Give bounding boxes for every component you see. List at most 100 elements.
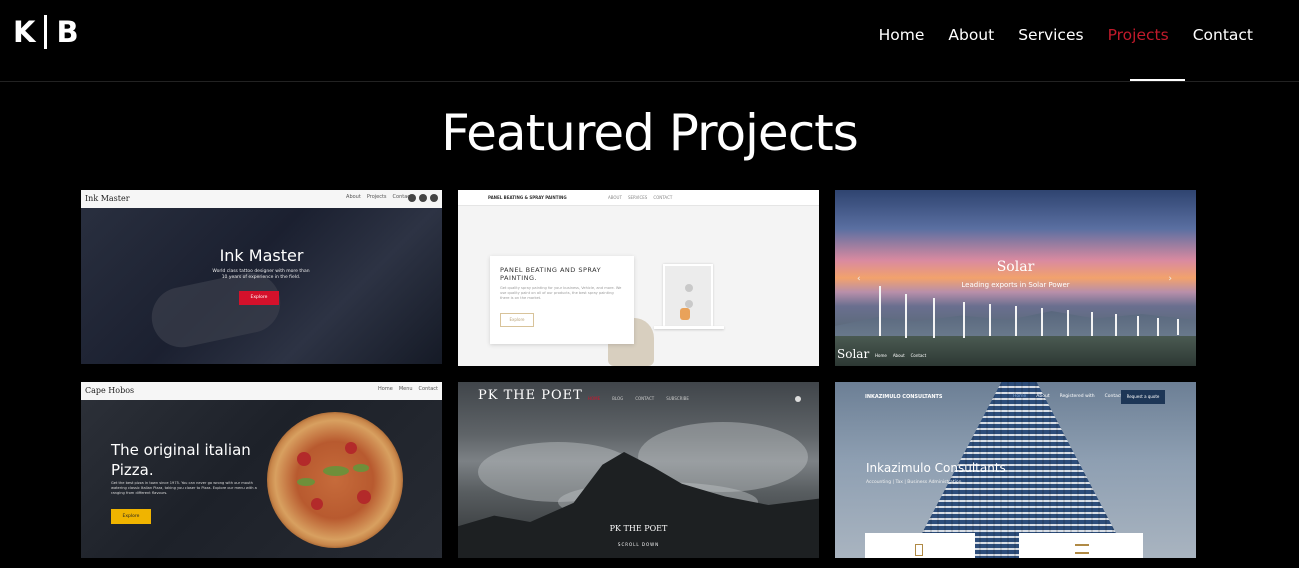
kb-logo[interactable]: K B — [13, 12, 79, 52]
preview-nav-item: CONTACT — [635, 396, 655, 401]
preview-heading: The original italian Pizza. — [111, 441, 251, 479]
mail-icon — [430, 194, 438, 202]
preview-scroll-down: SCROLL DOWN — [617, 542, 660, 547]
logo-divider — [44, 15, 48, 49]
preview-heading: Inkazimulo Consultants — [866, 461, 1006, 475]
preview-nav: HOME BLOG CONTACT SUBSCRIBE — [588, 396, 689, 401]
preview-nav-item: ABOUT — [608, 195, 622, 200]
project-card-cape-hobos[interactable]: Cape Hobos Home Menu Contact The origina… — [81, 382, 442, 558]
wind-turbine-shape — [1115, 314, 1117, 336]
pizza-topping — [323, 466, 349, 476]
site-header: K B Home About Services Projects Contact — [0, 0, 1299, 82]
whatsapp-icon — [419, 194, 427, 202]
nav-projects[interactable]: Projects — [1096, 24, 1181, 46]
pizza-topping — [297, 478, 315, 486]
preview-heading: PK THE POET — [609, 524, 668, 533]
preview-nav-item: Registered with — [1059, 394, 1095, 399]
preview-heading: PANEL BEATING AND SPRAY PAINTING. — [500, 266, 602, 282]
preview-nav-item: Projects — [366, 194, 387, 200]
wind-turbine-shape — [1015, 306, 1017, 336]
nav-about[interactable]: About — [936, 24, 1006, 46]
project-card-pk-the-poet[interactable]: PK THE POET HOME BLOG CONTACT SUBSCRIBE … — [458, 382, 819, 558]
preview-text: Get the best pizza in town since 1975. Y… — [111, 481, 257, 495]
page-title: Featured Projects — [441, 104, 859, 162]
chevron-right-icon: › — [1168, 274, 1172, 284]
wind-turbine-shape — [989, 304, 991, 336]
preview-nav-item: Contact — [910, 353, 927, 358]
wind-turbine-shape — [963, 302, 965, 338]
facebook-icon — [408, 194, 416, 202]
preview-nav-item: Home — [1013, 394, 1027, 399]
project-card-ink-master[interactable]: Ink Master About Projects Contact Ink Ma… — [81, 190, 442, 364]
preview-subtitle: Leading exports in Solar Power — [961, 281, 1070, 289]
facebook-icon — [795, 396, 801, 402]
wind-turbine-shape — [1067, 310, 1069, 336]
logo-left-letter: K — [13, 15, 36, 49]
preview-brand: PANEL BEATING & SPRAY PAINTING — [488, 195, 567, 200]
preview-nav: Home About Contact — [875, 353, 926, 358]
nav-contact[interactable]: Contact — [1181, 24, 1265, 46]
preview-brand: Ink Master — [85, 194, 130, 203]
preview-nav-item: CONTACT — [653, 195, 673, 200]
preview-quote-button: Request a quote — [1121, 390, 1165, 404]
preview-nav-item: About — [346, 194, 361, 200]
preview-heading: Solar — [996, 259, 1035, 275]
preview-nav-item: BLOG — [612, 396, 624, 401]
preview-hero-box: PANEL BEATING AND SPRAY PAINTING. Get qu… — [490, 256, 634, 344]
bank-icon — [1075, 544, 1089, 554]
preview-brand: PK THE POET — [478, 388, 583, 403]
project-card-solar[interactable]: Solar Leading exports in Solar Power ‹ ›… — [835, 190, 1196, 366]
preview-brand: Cape Hobos — [85, 386, 135, 395]
preview-nav: Home Menu Contact — [378, 386, 438, 392]
wind-turbine-shape — [1091, 312, 1093, 336]
preview-nav: About Projects Contact — [346, 194, 412, 200]
preview-subtitle: World class tattoo designer with more th… — [212, 269, 310, 280]
preview-nav-item: Contact — [418, 386, 438, 392]
wind-turbine-shape — [1137, 316, 1139, 336]
preview-nav: Home About Registered with Contact — [1013, 394, 1122, 399]
preview-nav-item: About — [892, 353, 905, 358]
preview-nav-item: SERVICES — [627, 195, 648, 200]
preview-brand: INKAZIMULO CONSULTANTS — [865, 394, 943, 400]
preview-nav-item: Home — [378, 386, 393, 392]
nav-services[interactable]: Services — [1006, 24, 1095, 46]
logo-right-letter: B — [56, 15, 79, 49]
wind-turbine-shape — [933, 298, 935, 338]
project-card-panel-beating[interactable]: PANEL BEATING & SPRAY PAINTING ABOUT SER… — [458, 190, 819, 366]
pizza-topping — [297, 452, 311, 466]
preview-text: Get quality spray painting for your busi… — [500, 286, 622, 300]
preview-explore-button: Explore — [239, 291, 279, 305]
frame-dot — [685, 284, 693, 292]
wind-turbine-shape — [879, 286, 881, 336]
preview-nav-item: HOME — [588, 396, 601, 401]
chevron-left-icon: ‹ — [857, 274, 861, 284]
preview-nav: ABOUT SERVICES CONTACT — [608, 195, 672, 200]
preview-explore-button: Explore — [500, 313, 534, 327]
social-icons — [408, 194, 438, 202]
desk-image — [654, 326, 724, 329]
pizza-image — [267, 412, 403, 548]
field-image — [835, 336, 1196, 366]
preview-heading: Ink Master — [219, 246, 304, 265]
project-card-inkazimulo[interactable]: INKAZIMULO CONSULTANTS Home About Regist… — [835, 382, 1196, 558]
wind-turbine-shape — [1177, 319, 1179, 335]
preview-subtitle: Accounting | Tax | Business Administrati… — [866, 480, 962, 485]
document-icon — [915, 544, 923, 556]
pizza-topping — [345, 442, 357, 454]
pizza-topping — [311, 498, 323, 510]
preview-nav-item: SUBSCRIBE — [666, 396, 689, 401]
preview-explore-button: Explore — [111, 509, 151, 524]
pizza-topping — [357, 490, 371, 504]
wind-turbine-shape — [1041, 308, 1043, 336]
preview-nav-item: Menu — [398, 386, 413, 392]
preview-nav-item: About — [1036, 394, 1050, 399]
pizza-topping — [353, 464, 369, 472]
active-nav-indicator — [1130, 79, 1185, 81]
preview-nav-item: Home — [875, 353, 887, 358]
wind-turbine-shape — [905, 294, 907, 338]
plant-image — [680, 308, 690, 320]
preview-brand: Solar — [837, 347, 870, 361]
nav-home[interactable]: Home — [867, 24, 937, 46]
preview-nav-item: Contact — [1104, 394, 1123, 399]
wind-turbine-shape — [1157, 318, 1159, 336]
